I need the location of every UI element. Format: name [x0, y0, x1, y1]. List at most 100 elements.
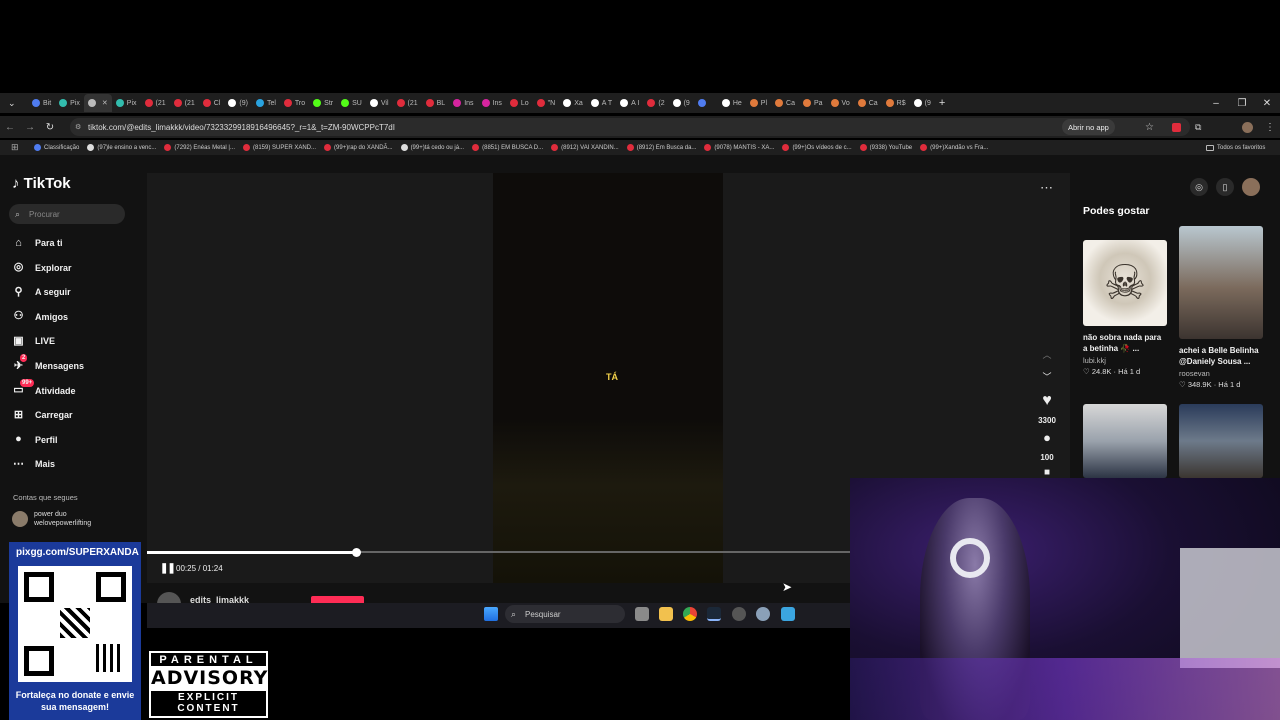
- follow-button[interactable]: [311, 596, 364, 603]
- browser-tab[interactable]: Tro: [280, 94, 309, 112]
- nav-item-perfil[interactable]: ● Perfil: [12, 432, 57, 448]
- file-explorer-icon[interactable]: [659, 607, 673, 621]
- suggested-thumbnail[interactable]: [1083, 404, 1167, 478]
- bookmark-icon[interactable]: ■: [1038, 467, 1056, 478]
- close-tab-icon[interactable]: ✕: [102, 99, 108, 107]
- browser-tab[interactable]: Pix: [112, 94, 141, 112]
- bookmark-item[interactable]: (9078) MANTIS - XA...: [704, 144, 774, 151]
- star-icon[interactable]: ☆: [1145, 122, 1154, 133]
- steam-icon[interactable]: [707, 607, 721, 621]
- suggested-card[interactable]: ☠ não sobra nada para a betinha 🥀 ... lu…: [1083, 240, 1167, 376]
- forward-icon[interactable]: →: [20, 122, 40, 133]
- browser-tab[interactable]: [694, 94, 718, 112]
- browser-tab[interactable]: Pl: [746, 94, 771, 112]
- browser-tab[interactable]: (21: [170, 94, 199, 112]
- pause-icon[interactable]: ❚❚: [160, 563, 176, 574]
- nav-item-live[interactable]: ▣ LIVE: [12, 333, 55, 349]
- browser-tab[interactable]: Ins: [449, 94, 477, 112]
- browser-tab[interactable]: SU: [337, 94, 366, 112]
- browser-tab[interactable]: He: [718, 94, 746, 112]
- nav-item-para-ti[interactable]: ⌂ Para ti: [12, 235, 62, 251]
- user-avatar[interactable]: [1242, 178, 1260, 196]
- browser-tab[interactable]: (9: [669, 94, 694, 112]
- browser-tab[interactable]: Ca: [854, 94, 882, 112]
- browser-tab[interactable]: A I: [616, 94, 643, 112]
- extensions-puzzle-icon[interactable]: ⧉: [1195, 122, 1201, 133]
- bookmark-item[interactable]: (7292) Enéas Metal |...: [164, 144, 235, 151]
- all-favorites[interactable]: Todos os favoritos: [1206, 144, 1265, 151]
- following-account[interactable]: power duo welovepowerlifting: [12, 510, 91, 528]
- new-tab-button[interactable]: +: [935, 94, 959, 112]
- comment-icon[interactable]: ●: [1038, 430, 1056, 445]
- bookmark-item[interactable]: (8159) SUPER XAND...: [243, 144, 316, 151]
- phone-icon[interactable]: ▯: [1216, 178, 1234, 196]
- browser-tab[interactable]: (21: [393, 94, 422, 112]
- browser-tab[interactable]: Bit: [28, 94, 55, 112]
- back-icon[interactable]: ←: [0, 122, 20, 133]
- browser-tab[interactable]: Str: [309, 94, 337, 112]
- browser-tab[interactable]: Vo: [827, 94, 854, 112]
- bookmark-item[interactable]: (99+)tá cedo ou já...: [400, 144, 464, 151]
- bookmark-item[interactable]: (8912) VAI XANDIN...: [551, 144, 619, 151]
- browser-tab[interactable]: ✕: [83, 94, 112, 112]
- reload-icon[interactable]: ↻: [40, 122, 60, 133]
- tiktok-logo[interactable]: ♪ TikTok: [12, 175, 71, 192]
- browser-tab[interactable]: Vil: [366, 94, 393, 112]
- url-input[interactable]: ⚙ tiktok.com/@edits_limakkk/video/732332…: [70, 118, 1190, 136]
- browser-tab[interactable]: Tel: [252, 94, 280, 112]
- bookmark-item[interactable]: (9338) YouTube: [859, 144, 912, 151]
- more-options-icon[interactable]: ⋯: [1040, 180, 1053, 196]
- nav-item-carregar[interactable]: ⊞ Carregar: [12, 407, 73, 423]
- browser-tab[interactable]: A T: [587, 94, 616, 112]
- open-in-app-button[interactable]: Abrir no app: [1062, 119, 1115, 135]
- app-icon[interactable]: [732, 607, 746, 621]
- browser-tab[interactable]: R$: [882, 94, 910, 112]
- suggested-thumbnail[interactable]: [1179, 404, 1263, 478]
- coin-icon[interactable]: ◎: [1190, 178, 1208, 196]
- bookmark-item[interactable]: (99+)Os vídeos de c...: [782, 144, 852, 151]
- chrome-icon[interactable]: [683, 607, 697, 621]
- apps-grid-icon[interactable]: ⊞: [11, 142, 19, 153]
- browser-tab[interactable]: Ca: [771, 94, 799, 112]
- browser-tab[interactable]: Cl: [199, 94, 225, 112]
- profile-avatar[interactable]: [1242, 121, 1253, 133]
- nav-item-explorar[interactable]: ◎ Explorar: [12, 260, 72, 276]
- nav-item-amigos[interactable]: ⚇ Amigos: [12, 309, 68, 325]
- browser-tab[interactable]: BL: [422, 94, 450, 112]
- chevron-up-icon[interactable]: ︿: [1038, 348, 1056, 361]
- browser-tab[interactable]: Xa: [559, 94, 587, 112]
- browser-tab[interactable]: Pa: [799, 94, 827, 112]
- app-icon[interactable]: [781, 607, 795, 621]
- bookmark-item[interactable]: (99+)Xandão vs Fra...: [920, 144, 988, 151]
- suggested-card[interactable]: achei a Belle Belinha @Daniely Sousa ...…: [1179, 226, 1263, 389]
- chevron-down-icon[interactable]: ﹀: [1038, 370, 1056, 383]
- maximize-icon[interactable]: ❐: [1229, 93, 1255, 113]
- settings-gear-icon[interactable]: [756, 607, 770, 621]
- task-view-icon[interactable]: [635, 607, 649, 621]
- windows-start-icon[interactable]: [484, 607, 498, 621]
- browser-tab[interactable]: Ins: [478, 94, 506, 112]
- browser-tab[interactable]: (2: [643, 94, 668, 112]
- browser-tab[interactable]: (9: [910, 94, 935, 112]
- site-info-icon[interactable]: ⚙: [75, 123, 81, 131]
- nav-item-mensagens[interactable]: ✈ Mensagens 2: [12, 354, 84, 374]
- nav-item-mais[interactable]: ⋯ Mais: [12, 456, 55, 472]
- tab-list-button[interactable]: ⌄: [4, 94, 28, 112]
- bookmark-item[interactable]: (99+)rap do XANDÃ...: [324, 144, 393, 151]
- extension-icon[interactable]: [1172, 122, 1181, 132]
- search-input[interactable]: ⌕ Procurar: [9, 204, 125, 224]
- nav-item-atividade[interactable]: ▭ Atividade 99+: [12, 378, 76, 399]
- browser-menu-icon[interactable]: ⋮: [1265, 122, 1275, 133]
- nav-item-a-seguir[interactable]: ⚲ A seguir: [12, 284, 70, 300]
- browser-tab[interactable]: "N: [533, 94, 560, 112]
- minimize-icon[interactable]: –: [1203, 93, 1229, 113]
- bookmark-item[interactable]: (8912) Em Busca da...: [626, 144, 696, 151]
- bookmark-item[interactable]: (8851) EM BUSCA D...: [472, 144, 543, 151]
- taskbar-search[interactable]: ⌕ Pesquisar: [505, 605, 625, 623]
- browser-tab[interactable]: (9): [224, 94, 252, 112]
- close-window-icon[interactable]: ✕: [1254, 93, 1280, 113]
- like-heart-icon[interactable]: ♥: [1038, 392, 1056, 410]
- bookmark-item[interactable]: Classificação: [34, 144, 79, 151]
- browser-tab[interactable]: Lo: [506, 94, 533, 112]
- browser-tab[interactable]: (21: [141, 94, 170, 112]
